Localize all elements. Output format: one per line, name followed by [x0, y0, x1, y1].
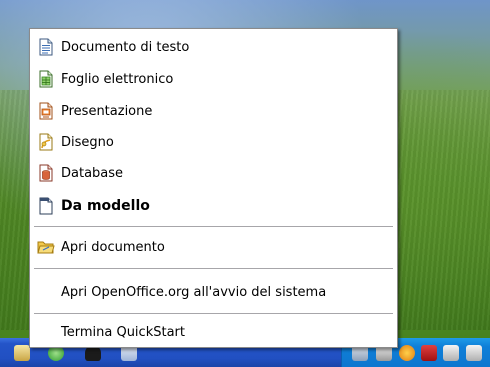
menu-item-label: Presentazione: [61, 103, 153, 119]
menu-item-label: Database: [61, 165, 124, 181]
menu-item-presentazione[interactable]: Presentazione: [32, 99, 395, 123]
menu-separator: [34, 268, 393, 269]
menu-item-label: Documento di testo: [61, 39, 190, 55]
menu-item-da-modello[interactable]: Da modello: [32, 194, 395, 218]
menu-separator: [34, 313, 393, 314]
display-icon[interactable]: [466, 345, 482, 361]
menu-item-label: Termina QuickStart: [61, 324, 185, 340]
firefox-icon[interactable]: [399, 345, 415, 361]
menu-separator: [34, 226, 393, 227]
menu-item-documento-di-testo[interactable]: Documento di testo: [32, 35, 395, 59]
menu-item-foglio-elettronico[interactable]: Foglio elettronico: [32, 67, 395, 91]
menu-item-apri-documento[interactable]: Apri documento: [32, 235, 395, 259]
menu-item-label: Apri documento: [61, 239, 165, 255]
calc-spreadsheet-icon: [37, 70, 55, 88]
open-folder-icon: [37, 238, 55, 256]
menu-item-label: Foglio elettronico: [61, 71, 174, 87]
menu-item-label: Disegno: [61, 134, 114, 150]
menu-item-disegno[interactable]: Disegno: [32, 130, 395, 154]
writer-document-icon: [37, 38, 55, 56]
base-database-icon: [37, 164, 55, 182]
menu-item-avvio-sistema[interactable]: Apri OpenOffice.org all'avvio del sistem…: [32, 280, 395, 304]
draw-drawing-icon: [37, 133, 55, 151]
menu-item-database[interactable]: Database: [32, 161, 395, 185]
menu-item-termina-quickstart[interactable]: Termina QuickStart: [32, 320, 395, 344]
network-disconnected-icon[interactable]: [421, 345, 437, 361]
template-icon: [37, 197, 55, 215]
menu-item-label: Da modello: [61, 198, 150, 214]
impress-presentation-icon: [37, 102, 55, 120]
quickstart-context-menu: Documento di testo Foglio elettronico Pr…: [29, 28, 398, 348]
menu-item-label: Apri OpenOffice.org all'avvio del sistem…: [61, 284, 327, 300]
start-icon[interactable]: [14, 345, 30, 361]
speaker-icon[interactable]: [443, 345, 459, 361]
